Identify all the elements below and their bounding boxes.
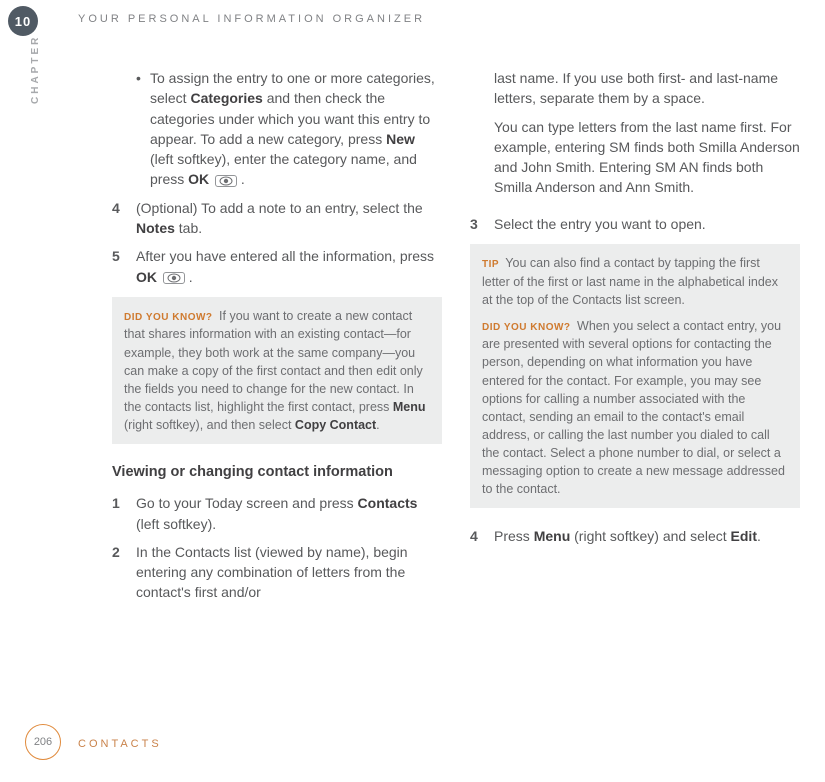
page-header-title: YOUR PERSONAL INFORMATION ORGANIZER	[78, 13, 425, 25]
view-step-3: 3 Select the entry you want to open.	[470, 214, 800, 234]
page-number-badge: 206	[25, 724, 61, 760]
ok-button-icon	[215, 175, 237, 187]
step-number: 3	[470, 214, 494, 234]
period: .	[237, 171, 245, 187]
dyk-label: DID YOU KNOW?	[482, 322, 571, 333]
step-5: 5 After you have entered all the informa…	[112, 246, 442, 287]
view-step-2: 2 In the Contacts list (viewed by name),…	[112, 542, 442, 603]
step-4: 4 (Optional) To add a note to an entry, …	[112, 198, 442, 239]
chapter-number-badge: 10	[8, 6, 38, 36]
step-number: 5	[112, 246, 136, 287]
content-columns: • To assign the entry to one or more cat…	[112, 68, 800, 611]
step-number: 1	[112, 493, 136, 534]
step-text: Go to your Today screen and press Contac…	[136, 493, 442, 534]
bullet-categories: • To assign the entry to one or more cat…	[112, 68, 442, 190]
step-text: Press Menu (right softkey) and select Ed…	[494, 526, 800, 546]
dyk-label: DID YOU KNOW?	[124, 312, 213, 323]
footer-section-label: CONTACTS	[78, 738, 162, 750]
step-number: 2	[112, 542, 136, 603]
period: .	[185, 269, 193, 285]
page-footer: 206 CONTACTS	[0, 726, 825, 760]
bullet-text: To assign the entry to one or more categ…	[150, 68, 442, 190]
step-text: After you have entered all the informati…	[136, 246, 442, 287]
ok-button-icon	[163, 272, 185, 284]
bullet-dot-icon: •	[136, 68, 150, 190]
tip-label: TIP	[482, 259, 499, 270]
tip-and-dyk-box: TIP You can also find a contact by tappi…	[470, 244, 800, 508]
view-step-1: 1 Go to your Today screen and press Cont…	[112, 493, 442, 534]
did-you-know-box-1: DID YOU KNOW? If you want to create a ne…	[112, 297, 442, 444]
step-text: last name. If you use both first- and la…	[494, 68, 800, 206]
step-number-empty	[470, 68, 494, 206]
step-number: 4	[470, 526, 494, 546]
step-number: 4	[112, 198, 136, 239]
section-heading-viewing: Viewing or changing contact information	[112, 462, 442, 483]
chapter-side-label: CHAPTER	[30, 35, 41, 104]
step-text: In the Contacts list (viewed by name), b…	[136, 542, 442, 603]
view-step-4: 4 Press Menu (right softkey) and select …	[470, 526, 800, 546]
left-column: • To assign the entry to one or more cat…	[112, 68, 442, 611]
view-step-2-cont: last name. If you use both first- and la…	[470, 68, 800, 206]
step-text: (Optional) To add a note to an entry, se…	[136, 198, 442, 239]
right-column: last name. If you use both first- and la…	[470, 68, 800, 611]
step-text: Select the entry you want to open.	[494, 214, 800, 234]
